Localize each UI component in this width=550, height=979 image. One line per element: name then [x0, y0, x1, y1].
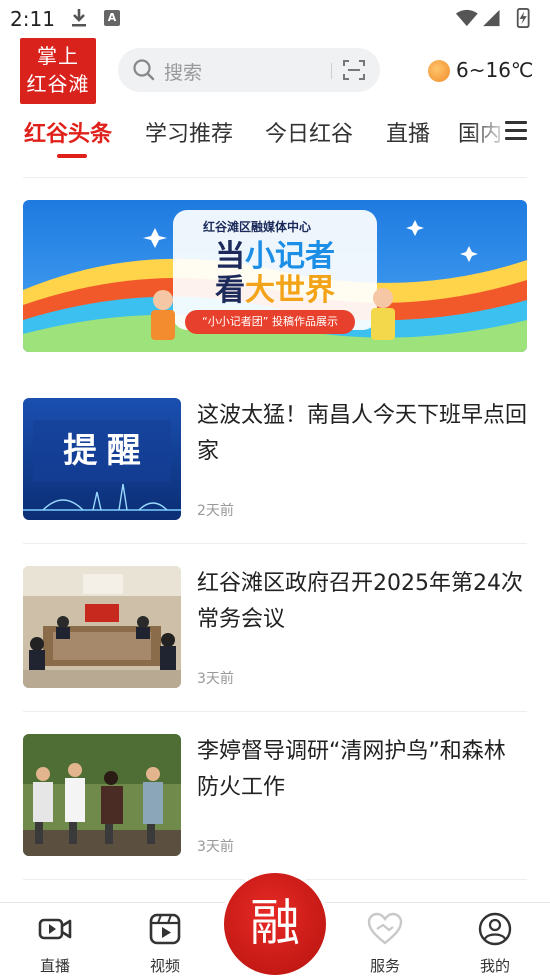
banner-line2-a: 看	[215, 274, 245, 307]
tabs-fade	[470, 110, 510, 160]
center-rong-button[interactable]: 融	[221, 870, 329, 978]
active-tab-indicator	[57, 154, 87, 158]
tab-hong-gu-tou-tiao[interactable]: 红谷头条	[24, 116, 112, 148]
video-play-icon	[149, 913, 181, 945]
video-camera-icon	[38, 918, 72, 940]
channel-menu-icon[interactable]	[505, 121, 527, 141]
promo-banner[interactable]: 当小记者 看大世界 红谷滩区融媒体中心 “小小记者团” 投稿作品展示	[23, 200, 527, 352]
banner-line1-a: 当	[215, 240, 245, 273]
news-time: 3天前	[197, 839, 234, 855]
user-profile-icon	[478, 912, 512, 946]
news-item[interactable]: 提 醒 这波太猛！南昌人今天下班早点回家 2天前	[23, 398, 527, 522]
weather-temperature: 6~16℃	[456, 58, 534, 82]
thumbnail-remind-text: 提 醒	[63, 432, 140, 470]
banner-ribbon: “小小记者团” 投稿作品展示	[185, 310, 355, 334]
handshake-heart-icon	[367, 912, 403, 945]
banner-line1-b: 小记者	[245, 240, 335, 273]
logo-line-2: 红谷滩	[26, 72, 90, 96]
search-divider	[331, 63, 332, 79]
tab-jin-ri-hong-gu[interactable]: 今日红谷	[265, 116, 353, 148]
search-icon	[133, 59, 155, 81]
logo-line-1: 掌上	[37, 44, 79, 68]
download-icon	[72, 9, 86, 27]
app-logo: 掌上 红谷滩	[20, 38, 96, 104]
nav-live-label: 直播	[39, 957, 70, 975]
tab-xue-xi-tui-jian[interactable]: 学习推荐	[145, 116, 233, 148]
weather-sun-icon	[428, 60, 450, 82]
divider	[23, 543, 527, 544]
news-item[interactable]: 红谷滩区政府召开2025年第24次常务会议 3天前	[23, 566, 527, 690]
news-thumbnail	[23, 734, 181, 856]
status-indicators-icon	[455, 8, 530, 28]
news-title: 李婷督导调研“清网护鸟”和森林防火工作	[197, 739, 506, 800]
news-title: 红谷滩区政府召开2025年第24次常务会议	[197, 571, 523, 632]
nav-service[interactable]: 服务	[355, 911, 415, 976]
status-time: 2:11	[10, 7, 55, 31]
news-time: 3天前	[197, 671, 234, 687]
channel-tabs: 红谷头条 学习推荐 今日红谷 直播 国内	[0, 110, 550, 160]
news-time: 2天前	[197, 503, 234, 519]
nav-mine[interactable]: 我的	[465, 911, 525, 976]
svg-text:看大世界: 看大世界	[215, 274, 335, 307]
divider	[23, 711, 527, 712]
scan-icon[interactable]	[342, 58, 366, 82]
nav-mine-label: 我的	[479, 957, 510, 975]
search-placeholder: 搜索	[164, 62, 203, 84]
nav-live[interactable]: 直播	[25, 911, 85, 976]
divider	[23, 177, 527, 178]
news-item[interactable]: 李婷督导调研“清网护鸟”和森林防火工作 3天前	[23, 734, 527, 858]
notification-a-icon: A	[104, 10, 120, 26]
nav-video-label: 视频	[149, 957, 180, 975]
status-bar: 2:11 A	[0, 0, 550, 36]
tab-zhi-bo[interactable]: 直播	[386, 116, 430, 148]
news-title: 这波太猛！南昌人今天下班早点回家	[197, 403, 528, 464]
banner-top-text: 红谷滩区融媒体中心	[203, 220, 312, 234]
app-screen: 2:11 A 掌上 红谷滩 搜索 6~16℃ 红谷头条 学习推荐 今日红谷 直播…	[0, 0, 550, 979]
svg-text:当小记者: 当小记者	[215, 240, 335, 273]
news-thumbnail: 提 醒	[23, 398, 181, 520]
news-thumbnail	[23, 566, 181, 688]
search-bar[interactable]: 搜索	[118, 48, 380, 92]
nav-video[interactable]: 视频	[135, 911, 195, 976]
banner-line2-b: 大世界	[245, 274, 335, 307]
nav-service-label: 服务	[369, 957, 400, 975]
